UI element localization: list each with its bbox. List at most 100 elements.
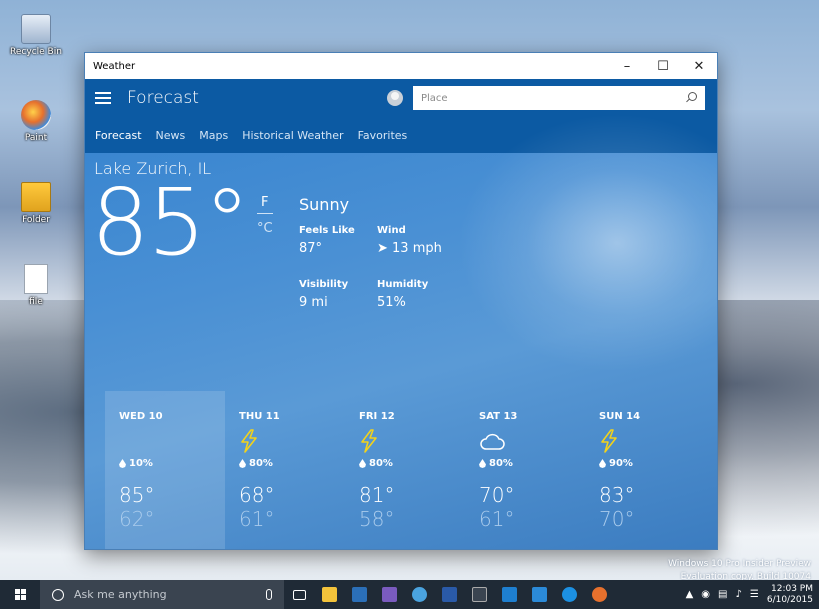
lightning-bolt-icon [599, 429, 619, 453]
visibility-stat: Visibility 9 mi [299, 279, 348, 310]
forecast-panel: Lake Zurich, IL 85° F °C Sunny Feels Lik… [85, 113, 717, 549]
chevron-up-icon[interactable]: ▲ [686, 589, 694, 600]
hamburger-menu-icon[interactable] [95, 92, 111, 104]
desktop-icon-label: Folder [22, 215, 50, 225]
avatar[interactable] [387, 90, 403, 106]
forecast-day-card[interactable]: FRI 12 80% 81° 58° [345, 391, 465, 549]
place-search [413, 86, 705, 110]
feels-like-stat: Feels Like 87° [299, 225, 355, 256]
file-icon [24, 264, 48, 294]
place-search-input[interactable] [421, 92, 685, 104]
precip-chance: 80% [369, 458, 393, 469]
forecast-day-name: SAT 13 [479, 411, 518, 422]
desktop-icon-label: file [29, 297, 43, 307]
visibility-label: Visibility [299, 279, 349, 290]
globe-icon[interactable] [524, 580, 554, 609]
title-bar[interactable]: Weather – ☐ ✕ [85, 53, 717, 79]
cloud-icon [479, 431, 505, 451]
raindrop-icon [119, 459, 126, 468]
forecast-day-card[interactable]: WED 10 10% 85° 62° [105, 391, 225, 549]
windows-start-icon[interactable] [0, 580, 40, 609]
forecast-day-name: SUN 14 [599, 411, 641, 422]
action-center-icon[interactable]: ☰ [750, 589, 759, 600]
low-temp: 61° [479, 507, 515, 531]
desktop-icon-recycle-bin[interactable]: Recycle Bin [6, 14, 66, 57]
unit-divider [257, 213, 273, 214]
high-temp: 85° [119, 483, 155, 507]
current-condition: Sunny [299, 195, 350, 214]
internet-explorer-icon[interactable] [554, 580, 584, 609]
forecast-day-name: THU 11 [239, 411, 280, 422]
feels-like-value: 87° [299, 241, 323, 256]
desktop-icon-paint[interactable]: Paint [6, 100, 66, 143]
high-temp: 68° [239, 483, 275, 507]
humidity-value: 51% [377, 295, 406, 310]
forecast-day-card[interactable]: SUN 14 90% 83° 70° [585, 391, 705, 549]
wind-value: ➤ 13 mph [377, 241, 442, 256]
trophy-icon[interactable] [434, 580, 464, 609]
network-icon[interactable]: ▤ [718, 589, 727, 600]
task-view-icon[interactable] [284, 580, 314, 609]
lightning-bolt-icon [239, 429, 259, 453]
maximize-button[interactable]: ☐ [645, 53, 681, 79]
forecast-day-card[interactable]: THU 11 80% 68° 61° [225, 391, 345, 549]
raindrop-icon [599, 459, 606, 468]
people-icon[interactable] [404, 580, 434, 609]
microphone-icon[interactable] [266, 589, 272, 600]
file-explorer-icon[interactable] [314, 580, 344, 609]
humidity-label: Humidity [377, 279, 429, 290]
settings-gear-icon[interactable] [374, 580, 404, 609]
high-temp: 70° [479, 483, 515, 507]
alarm-clock-icon[interactable] [464, 580, 494, 609]
store-icon[interactable] [344, 580, 374, 609]
tab-news[interactable]: News [156, 129, 186, 142]
raindrop-icon [359, 459, 366, 468]
recycle-bin-icon [21, 14, 51, 44]
search-icon[interactable] [685, 92, 697, 104]
taskbar-clock[interactable]: 12:03 PM 6/10/2015 [767, 584, 813, 606]
visibility-value: 9 mi [299, 295, 328, 310]
precip-chance: 90% [609, 458, 633, 469]
raindrop-icon [479, 459, 486, 468]
low-temp: 70° [599, 507, 635, 531]
paint-taskbar-icon[interactable] [584, 580, 614, 609]
wind-label: Wind [377, 225, 406, 236]
tab-forecast[interactable]: Forecast [95, 129, 142, 142]
desktop-icon-file[interactable]: file [6, 264, 66, 307]
raindrop-icon [239, 459, 246, 468]
clock-date: 6/10/2015 [766, 594, 813, 605]
unit-fahrenheit-toggle[interactable]: F [261, 195, 268, 210]
cortana-search-box [40, 580, 284, 609]
tab-historical-weather[interactable]: Historical Weather [242, 129, 343, 142]
forecast-day-card[interactable]: SAT 13 80% 70° 61° [465, 391, 585, 549]
desktop-icon-label: Recycle Bin [10, 47, 62, 57]
weather-app-icon[interactable] [494, 580, 524, 609]
tab-maps[interactable]: Maps [199, 129, 228, 142]
page-title: Forecast [127, 88, 199, 108]
low-temp: 62° [119, 507, 155, 531]
high-temp: 83° [599, 483, 635, 507]
precip-chance: 80% [489, 458, 513, 469]
record-icon[interactable]: ◉ [701, 589, 710, 600]
unit-celsius-toggle[interactable]: °C [257, 221, 273, 236]
forecast-day-name: WED 10 [119, 411, 163, 422]
taskbar: ▲ ◉ ▤ ♪ ☰ 12:03 PM 6/10/2015 [0, 580, 819, 609]
desktop-icon-label: Paint [24, 133, 48, 143]
daily-forecast: WED 10 10% 85° 62° THU 11 80% 68° 61° FR… [105, 391, 717, 549]
lightning-bolt-icon [359, 429, 379, 453]
minimize-button[interactable]: – [609, 53, 645, 79]
precip-chance: 10% [129, 458, 153, 469]
close-button[interactable]: ✕ [681, 53, 717, 79]
high-temp: 81° [359, 483, 395, 507]
volume-icon[interactable]: ♪ [735, 589, 741, 600]
cortana-circle-icon [52, 588, 64, 601]
precip-chance: 80% [249, 458, 273, 469]
feels-like-label: Feels Like [299, 225, 355, 236]
tab-favorites[interactable]: Favorites [358, 129, 408, 142]
cortana-search-input[interactable] [74, 588, 266, 601]
clock-time: 12:03 PM [771, 583, 813, 594]
forecast-day-name: FRI 12 [359, 411, 395, 422]
window-title: Weather [93, 60, 136, 72]
desktop-icon-folder[interactable]: Folder [6, 182, 66, 225]
sun-glow [457, 113, 717, 373]
